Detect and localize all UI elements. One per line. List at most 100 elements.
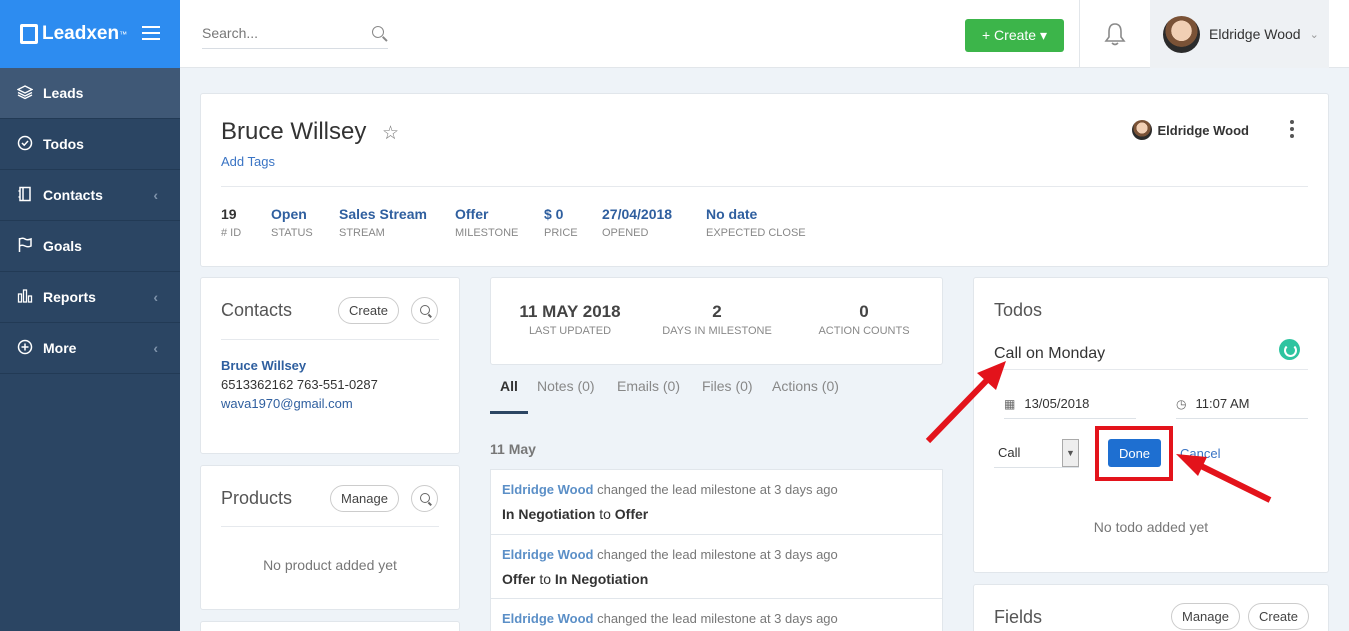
more-options-icon[interactable]	[1290, 120, 1294, 141]
activity-summary: Eldridge Wood changed the lead milestone…	[502, 547, 838, 562]
stat-milestone[interactable]: Offer MILESTONE	[455, 206, 518, 239]
activity-tabs: All Notes (0) Emails (0) Files (0) Actio…	[490, 378, 942, 414]
sidebar-item-label: More	[43, 340, 77, 356]
sidebar-item-contacts[interactable]: Contacts ‹	[0, 170, 180, 221]
to-milestone: In Negotiation	[554, 571, 649, 587]
from-milestone: Offer	[502, 571, 536, 587]
stat-status[interactable]: Open STATUS	[271, 206, 313, 239]
from-milestone: In Negotiation	[502, 506, 596, 522]
chevron-left-icon: ‹	[153, 187, 158, 203]
owner-name: Eldridge Wood	[1157, 122, 1249, 138]
brand-name: Leadxen	[42, 23, 120, 44]
todo-type-select[interactable]: Call ▼	[994, 438, 1079, 468]
star-icon[interactable]: ☆	[382, 122, 399, 145]
stat-opened[interactable]: 27/04/2018 OPENED	[602, 206, 672, 239]
divider	[221, 526, 439, 527]
lead-header-card: Bruce Willsey ☆ Add Tags Eldridge Wood 1…	[200, 93, 1329, 267]
chevron-left-icon: ‹	[153, 289, 158, 305]
notifications-button[interactable]	[1079, 0, 1150, 68]
user-menu[interactable]: Eldridge Wood ⌄	[1150, 0, 1329, 68]
stat-label: EXPECTED CLOSE	[706, 227, 806, 239]
actor-link[interactable]: Eldridge Wood	[502, 482, 593, 497]
stat-label: # ID	[221, 227, 242, 239]
tab-emails[interactable]: Emails (0)	[617, 378, 680, 414]
stat-label: DAYS IN MILESTONE	[662, 325, 772, 337]
avatar	[1163, 15, 1200, 53]
manage-products-button[interactable]: Manage	[330, 485, 399, 512]
done-button[interactable]: Done	[1108, 439, 1161, 467]
search-box	[202, 20, 388, 49]
stat-price[interactable]: $ 0 PRICE	[544, 206, 578, 239]
todo-date-field[interactable]: ▦ 13/05/2018	[1004, 389, 1136, 419]
sidebar-item-leads[interactable]: Leads	[0, 68, 180, 119]
add-tags-link[interactable]: Add Tags	[221, 154, 275, 169]
stat-label: PRICE	[544, 227, 578, 239]
plus-circle-icon	[16, 339, 34, 358]
bar-chart-icon	[16, 288, 34, 307]
actor-link[interactable]: Eldridge Wood	[502, 611, 593, 626]
sidebar-item-reports[interactable]: Reports ‹	[0, 272, 180, 323]
contact-name-link[interactable]: Bruce Willsey	[221, 358, 306, 373]
divider	[221, 339, 439, 340]
trademark: ™	[119, 29, 128, 39]
todo-time-field[interactable]: ◷ 11:07 AM	[1176, 389, 1308, 419]
sidebar-item-todos[interactable]: Todos	[0, 119, 180, 170]
to-word: to	[535, 571, 555, 587]
sidebar-item-label: Reports	[43, 289, 96, 305]
chevron-down-icon: ▼	[1062, 439, 1079, 467]
search-contact-icon[interactable]	[411, 297, 438, 324]
user-name: Eldridge Wood	[1209, 26, 1301, 42]
search-product-icon[interactable]	[411, 485, 438, 512]
sidebar-item-more[interactable]: More ‹	[0, 323, 180, 374]
stat-label: ACTION COUNTS	[818, 325, 910, 337]
stat-value: Offer	[455, 206, 489, 222]
tab-files[interactable]: Files (0)	[702, 378, 753, 414]
cancel-link[interactable]: Cancel	[1180, 446, 1220, 461]
top-bar: + Create ▾ Eldridge Wood ⌄	[180, 0, 1349, 68]
stat-label: LAST UPDATED	[528, 325, 612, 337]
brand-logo[interactable]: Leadxen ™	[0, 0, 180, 68]
lead-owner[interactable]: Eldridge Wood	[1131, 120, 1249, 140]
list-item: Eldridge Wood changed the lead milestone…	[490, 598, 943, 631]
todos-card: Todos Call on Monday ▦ 13/05/2018 ◷ 11:0…	[973, 277, 1329, 573]
tab-all[interactable]: All	[490, 378, 528, 414]
action-counts-stat: 0 ACTION COUNTS	[811, 302, 917, 337]
search-icon[interactable]	[372, 26, 384, 38]
todo-time-value: 11:07 AM	[1195, 396, 1250, 411]
stat-value: Sales Stream	[339, 206, 427, 222]
create-button[interactable]: + Create ▾	[965, 19, 1064, 52]
flag-icon	[16, 237, 34, 256]
create-field-button[interactable]: Create	[1248, 603, 1309, 630]
tab-actions[interactable]: Actions (0)	[772, 378, 839, 414]
stat-expected-close[interactable]: No date EXPECTED CLOSE	[706, 206, 806, 239]
create-contact-button[interactable]: Create	[338, 297, 399, 324]
stat-value: No date	[706, 206, 758, 222]
tab-notes[interactable]: Notes (0)	[537, 378, 595, 414]
sidebar-item-goals[interactable]: Goals	[0, 221, 180, 272]
sidebar-item-label: Contacts	[43, 187, 103, 203]
stat-value: 27/04/2018	[602, 206, 673, 222]
last-updated-stat: 11 MAY 2018 LAST UPDATED	[515, 302, 625, 337]
stat-stream[interactable]: Sales Stream STREAM	[339, 206, 427, 239]
contacts-title: Contacts	[221, 300, 293, 320]
contact-email-link[interactable]: wava1970@gmail.com	[221, 396, 353, 411]
milestone-stats-card: 11 MAY 2018 LAST UPDATED 2 DAYS IN MILESTO…	[490, 277, 943, 365]
stat-value: Open	[271, 206, 307, 222]
sidebar-item-label: Goals	[43, 238, 82, 254]
todo-title-input[interactable]: Call on Monday	[994, 345, 1105, 363]
manage-fields-button[interactable]: Manage	[1171, 603, 1240, 630]
list-item: Eldridge Wood changed the lead milestone…	[490, 534, 943, 600]
stat-value: 19	[221, 206, 237, 222]
next-card	[200, 621, 460, 631]
activity-change: In Negotiation to Offer	[502, 506, 648, 522]
actor-link[interactable]: Eldridge Wood	[502, 547, 593, 562]
chevron-down-icon: ⌄	[1309, 28, 1319, 41]
contact-phones: 6513362162 763-551-0287	[221, 377, 378, 392]
fields-title: Fields	[994, 607, 1043, 627]
todos-empty-text: No todo added yet	[1093, 519, 1209, 535]
todo-status-icon[interactable]	[1279, 339, 1300, 360]
search-input[interactable]	[202, 20, 362, 41]
products-card: Products Manage No product added yet	[200, 465, 460, 610]
hamburger-menu-icon[interactable]	[142, 26, 160, 40]
contacts-card: Contacts Create Bruce Willsey 6513362162…	[200, 277, 460, 454]
